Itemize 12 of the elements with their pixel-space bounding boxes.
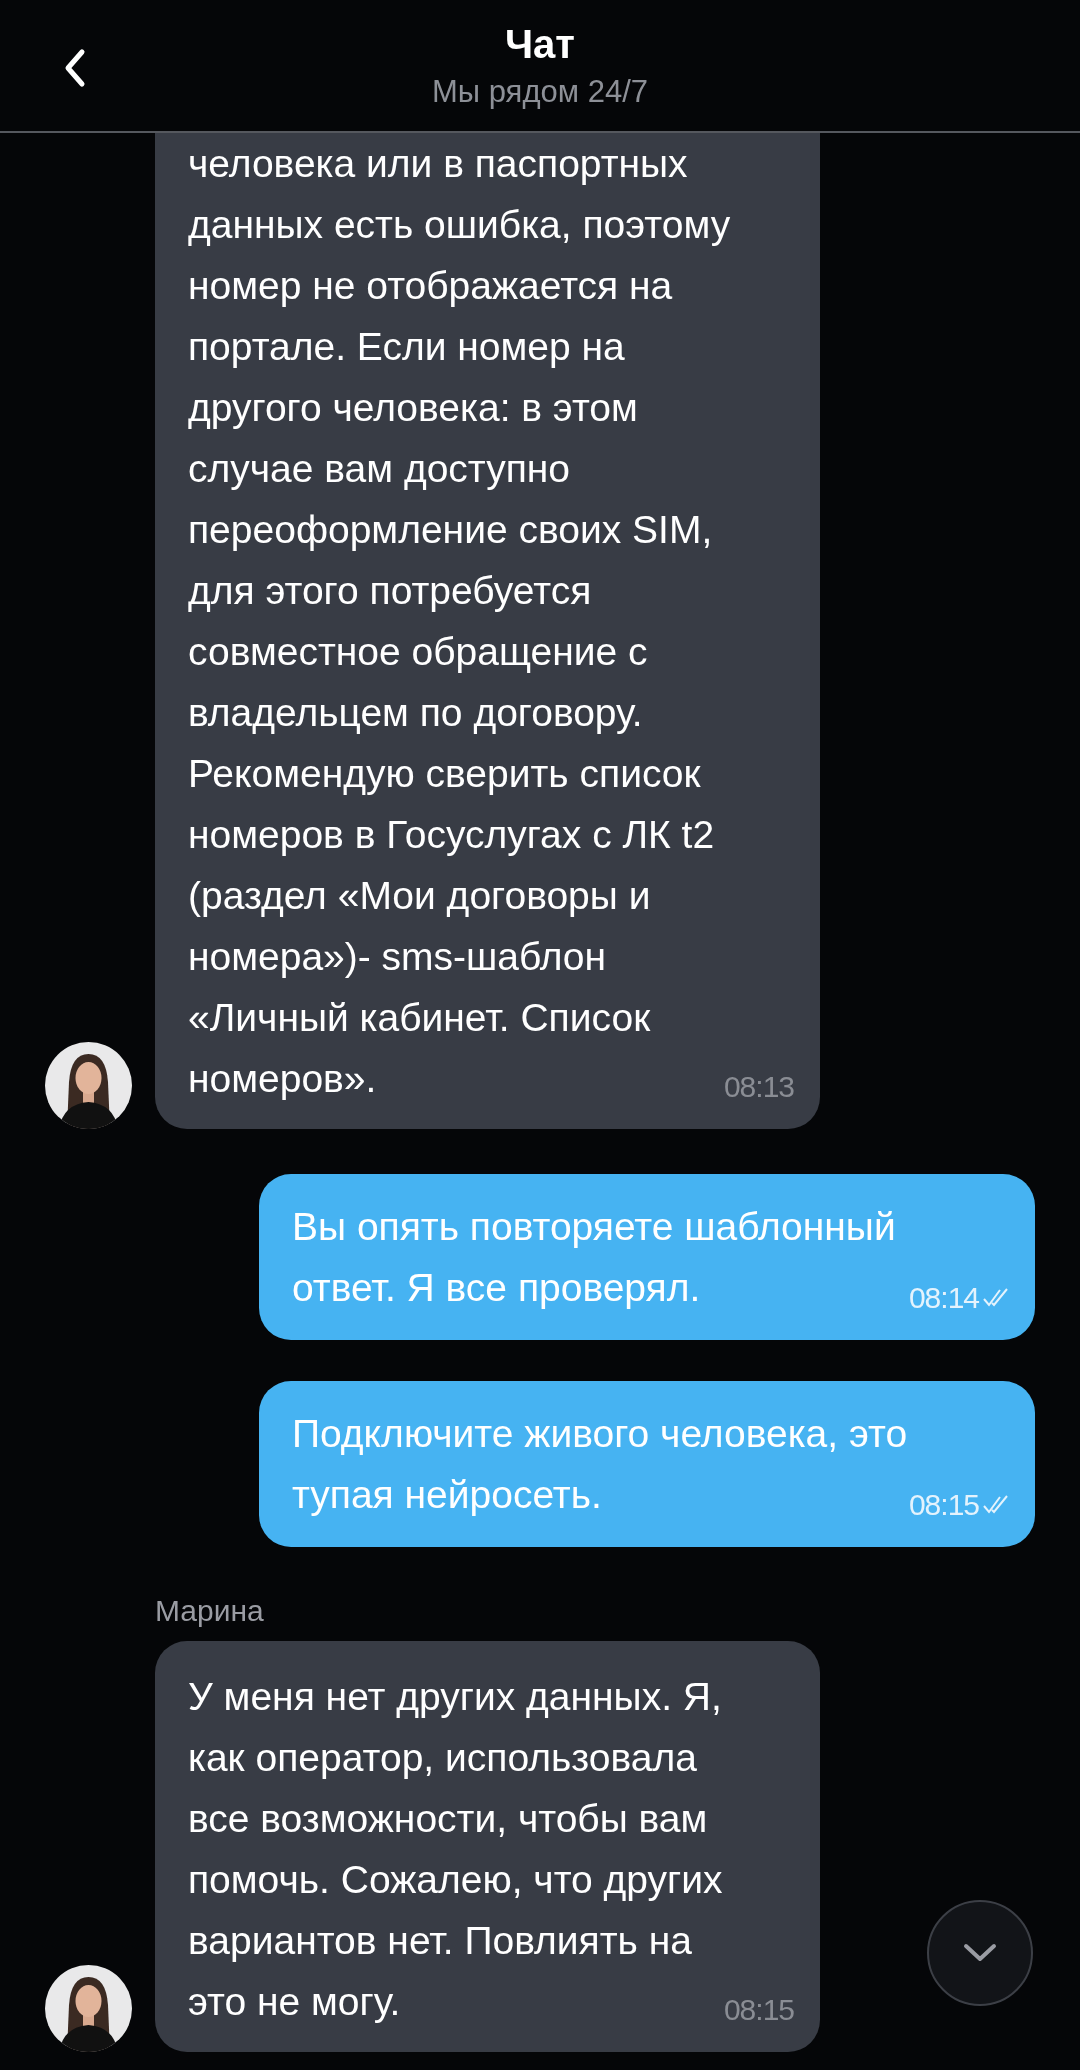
message-time: 08:15 [723, 1992, 794, 2028]
message-time: 08:13 [723, 1069, 794, 1105]
chevron-down-icon [963, 1943, 997, 1963]
sender-name: Марина [154, 1593, 265, 1629]
message-bubble: Вы опять повторяете шаблонный ответ. Я все проверял. 08:14 [259, 1174, 1035, 1340]
chat-title: Чат [505, 20, 575, 68]
message-bubble: Подключите живого человека, это тупая нейросеть. 08:15 [259, 1381, 1035, 1547]
message-bubble: У меня нет других данных. Я, как оператор, использовала все возможности, чтобы вам помочь. Сожалею, что других вариантов нет. Повлиять на это не могу. 08:15 [155, 1641, 820, 2052]
message-bubble: человека или в паспортных данных есть ошибка, поэтому номер не отображается на портале. Если номер на другого человека: в этом случае вам доступно переоформление своих SIM, для этого потребуется совместное обращение с владельцем по договору. Рекомендую сверить список номеров в Госуслугах с ЛК t2 (раздел «Мои договоры и номера»)- sms-шаблон «Личный кабинет. Список номеров». 08:13 [155, 133, 820, 1129]
message-time: 08:14 [908, 1280, 979, 1316]
chat-subtitle: Мы рядом 24/7 [432, 72, 648, 111]
message-time: 08:15 [908, 1487, 979, 1523]
